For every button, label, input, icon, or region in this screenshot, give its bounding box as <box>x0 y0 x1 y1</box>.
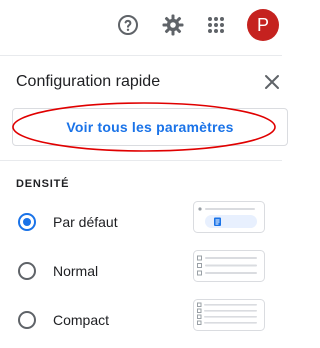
density-option-label[interactable]: Normal <box>53 263 98 279</box>
density-option-compact[interactable]: Compact <box>0 299 282 343</box>
density-compact-preview <box>193 299 265 331</box>
radio-default[interactable] <box>18 213 36 231</box>
close-icon[interactable] <box>262 72 282 92</box>
density-section-label: DENSITÉ <box>16 178 70 190</box>
density-option-normal[interactable]: Normal <box>0 250 282 294</box>
radio-normal[interactable] <box>18 262 36 280</box>
density-option-default[interactable]: Par défaut <box>0 201 282 245</box>
radio-compact[interactable] <box>18 311 36 329</box>
header-divider <box>0 55 282 56</box>
density-normal-preview <box>193 250 265 282</box>
apps-grid-icon[interactable] <box>200 9 232 41</box>
see-all-settings-button[interactable]: Voir tous les paramètres <box>12 108 288 146</box>
density-option-label[interactable]: Par défaut <box>53 214 118 230</box>
panel-title: Configuration rapide <box>16 73 161 90</box>
help-icon[interactable] <box>112 9 144 41</box>
density-option-label[interactable]: Compact <box>53 312 109 328</box>
section-divider <box>0 160 282 161</box>
top-bar: P <box>0 0 282 52</box>
density-default-preview <box>193 201 265 233</box>
gear-icon[interactable] <box>157 9 189 41</box>
avatar[interactable]: P <box>247 9 279 41</box>
